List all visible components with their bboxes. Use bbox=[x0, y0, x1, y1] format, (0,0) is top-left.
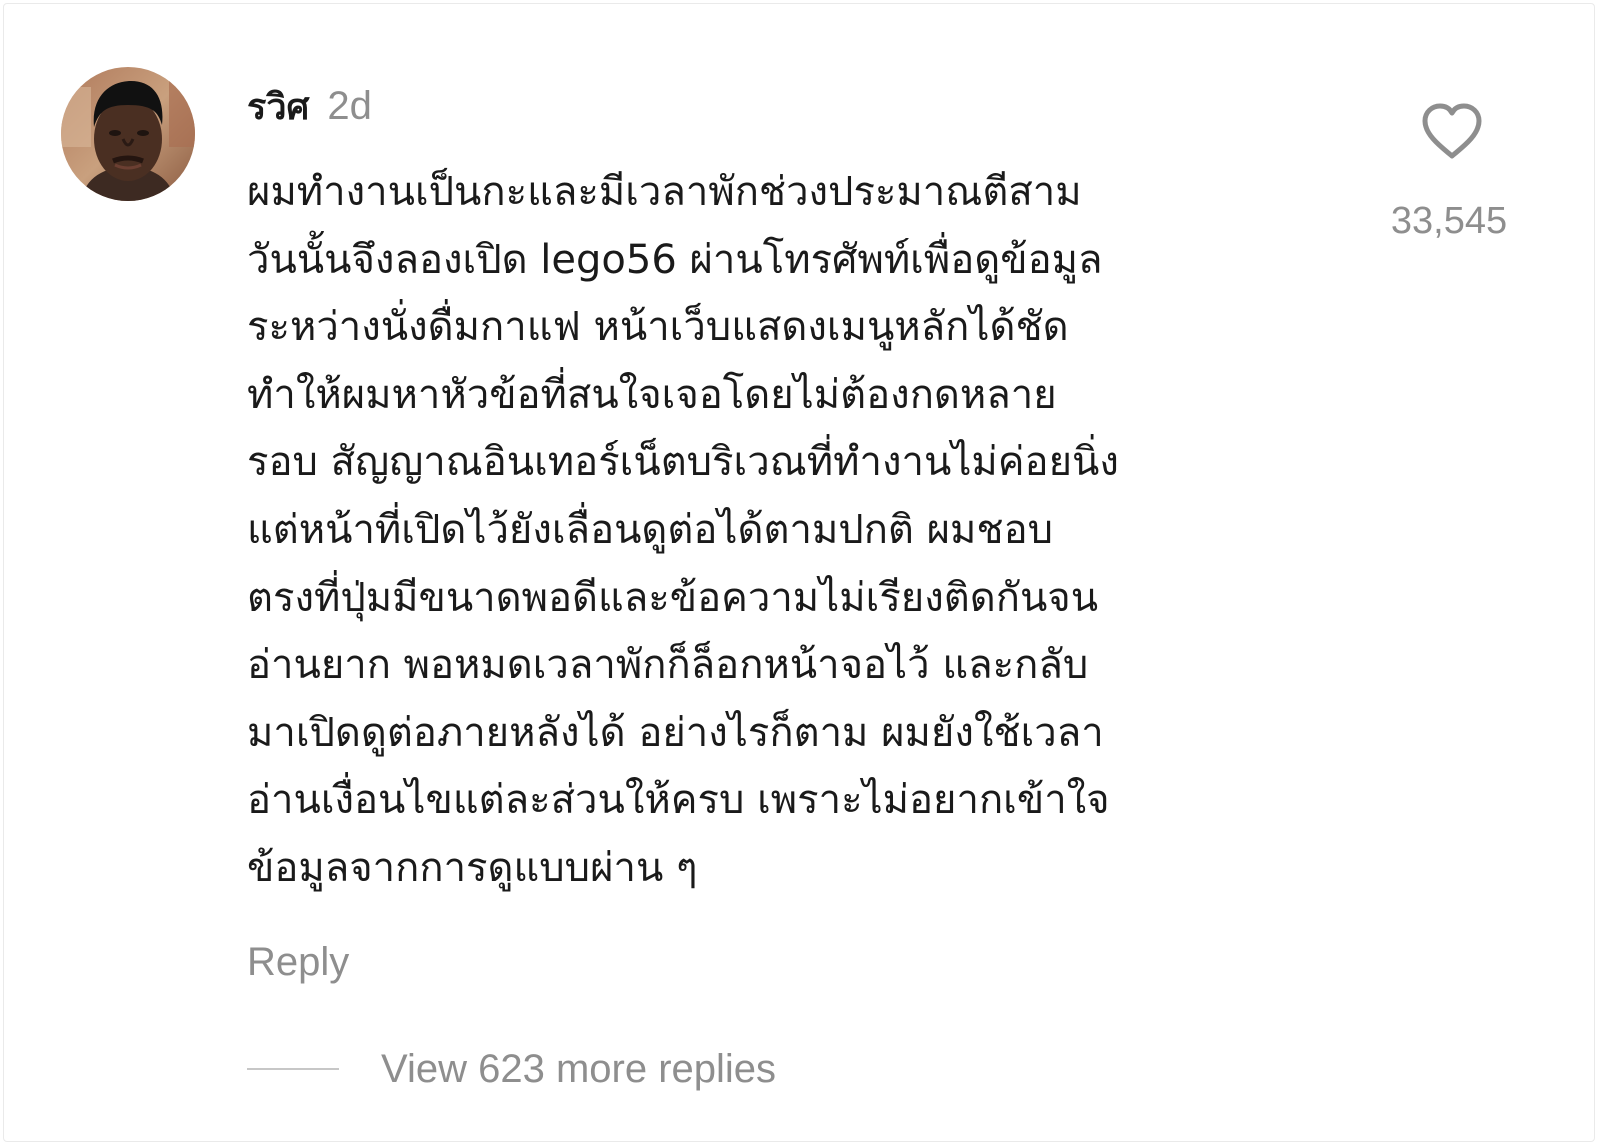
comment-line: อ่านเงื่อนไขแต่ละส่วนให้ครบ เพราะไม่อยาก… bbox=[247, 777, 1110, 824]
comment-card: รวิศ 2d ผมทำงานเป็นกะและมีเวลาพักช่วงประ… bbox=[3, 3, 1595, 1142]
comment-line: ผมทำงานเป็นกะและมีเวลาพักช่วงประมาณตีสาม bbox=[247, 169, 1082, 215]
like-count: 33,545 bbox=[1390, 200, 1508, 242]
comment-line: แต่หน้าที่เปิดไว้ยังเลื่อนดูต่อได้ตามปกต… bbox=[247, 506, 1053, 553]
comment-line: ทำให้ผมหาหัวข้อที่สนใจเจอโดยไม่ต้องกดหลา… bbox=[247, 371, 1057, 418]
replies-divider bbox=[247, 1068, 339, 1070]
username[interactable]: รวิศ bbox=[247, 78, 309, 135]
like-button[interactable] bbox=[1420, 102, 1484, 160]
user-avatar-photo bbox=[61, 67, 195, 201]
avatar[interactable] bbox=[61, 67, 195, 201]
comment-text: ผมทำงานเป็นกะและมีเวลาพักช่วงประมาณตีสาม… bbox=[247, 159, 1367, 903]
timestamp: 2d bbox=[327, 84, 372, 128]
view-replies-button[interactable]: View 623 more replies bbox=[247, 1044, 776, 1094]
comment-header: รวิศ 2d bbox=[247, 78, 372, 128]
comment-line: วันนั้นจึงลองเปิด lego56 ผ่านโทรศัพท์เพื… bbox=[247, 236, 1103, 283]
comment-line: ข้อมูลจากการดูแบบผ่าน ๆ bbox=[247, 844, 698, 891]
reply-button[interactable]: Reply bbox=[247, 940, 349, 985]
comment-line: อ่านยาก พอหมดเวลาพักก็ล็อกหน้าจอไว้ และก… bbox=[247, 642, 1089, 689]
comment-line: ระหว่างนั่งดื่มกาแฟ หน้าเว็บแสดงเมนูหลัก… bbox=[247, 304, 1069, 351]
comment-line: รอบ สัญญาณอินเทอร์เน็ตบริเวณที่ทำงานไม่ค… bbox=[247, 439, 1119, 486]
comment-line: มาเปิดดูต่อภายหลังได้ อย่างไรก็ตาม ผมยัง… bbox=[247, 709, 1104, 756]
heart-outline-icon bbox=[1422, 103, 1482, 159]
comment-line: ตรงที่ปุ่มมีขนาดพอดีและข้อความไม่เรียงติ… bbox=[247, 574, 1099, 621]
view-replies-label: View 623 more replies bbox=[381, 1046, 777, 1091]
